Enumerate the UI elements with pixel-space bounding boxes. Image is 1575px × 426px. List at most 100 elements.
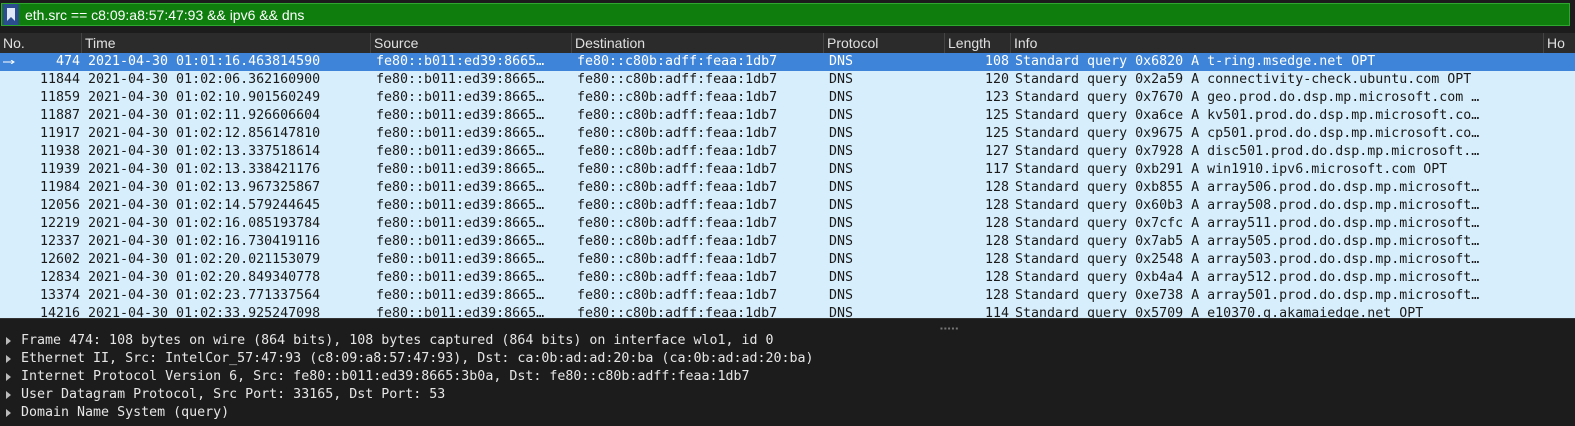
cell-source: fe80::b011:ed39:8665… (376, 54, 545, 69)
cell-info: Standard query 0x9675 A cp501.prod.do.ds… (1015, 126, 1480, 141)
packet-row[interactable]: 11939 2021-04-30 01:02:13.338421176 fe80::… (0, 161, 1575, 179)
column-header-protocol[interactable]: Protocol (824, 33, 945, 53)
cell-no: 12337 (39, 234, 80, 249)
cell-no: 11939 (39, 162, 80, 177)
expand-arrow-icon[interactable] (6, 373, 11, 381)
cell-source: fe80::b011:ed39:8665… (376, 234, 545, 249)
cell-source: fe80::b011:ed39:8665… (376, 90, 545, 105)
cell-length: 108 (984, 54, 1009, 69)
cell-destination: fe80::c80b:adff:feaa:1db7 (577, 288, 778, 303)
detail-tree-item[interactable]: Domain Name System (query) (0, 404, 1575, 422)
packet-list[interactable]: 474 2021-04-30 01:01:16.463814590 fe80::b0… (0, 53, 1575, 318)
packet-row[interactable]: 12056 2021-04-30 01:02:14.579244645 fe80::… (0, 197, 1575, 215)
column-header-destination[interactable]: Destination (572, 33, 824, 53)
packet-row[interactable]: 12337 2021-04-30 01:02:16.730419116 fe80::… (0, 233, 1575, 251)
cell-no: 11859 (39, 90, 80, 105)
expand-arrow-icon[interactable] (6, 391, 11, 399)
detail-tree-item[interactable]: User Datagram Protocol, Src Port: 33165,… (0, 386, 1575, 404)
cell-time: 2021-04-30 01:02:20.849340778 (88, 270, 321, 285)
cell-length: 127 (984, 144, 1009, 159)
column-header-length[interactable]: Length (945, 33, 1011, 53)
cell-source: fe80::b011:ed39:8665… (376, 270, 545, 285)
cell-length: 128 (984, 180, 1009, 195)
cell-info: Standard query 0x7cfc A array511.prod.do… (1015, 216, 1480, 231)
cell-length: 114 (984, 306, 1009, 318)
cell-protocol: DNS (829, 54, 854, 69)
cell-length: 128 (984, 270, 1009, 285)
cell-time: 2021-04-30 01:02:10.901560249 (88, 90, 321, 105)
cell-protocol: DNS (829, 270, 854, 285)
cell-length: 128 (984, 234, 1009, 249)
cell-info: Standard query 0x7670 A geo.prod.do.dsp.… (1015, 90, 1480, 105)
packet-details-pane: Frame 474: 108 bytes on wire (864 bits),… (0, 332, 1575, 426)
packet-row[interactable]: 11938 2021-04-30 01:02:13.337518614 fe80::… (0, 143, 1575, 161)
column-header-time[interactable]: Time (82, 33, 371, 53)
packet-row[interactable]: 14216 2021-04-30 01:02:33.925247098 fe80::… (0, 305, 1575, 318)
cell-info: Standard query 0x5709 A e10370.g.akamaie… (1015, 306, 1424, 318)
packet-row[interactable]: 12834 2021-04-30 01:02:20.849340778 fe80::… (0, 269, 1575, 287)
cell-info: Standard query 0x6820 A t-ring.msedge.ne… (1015, 54, 1376, 69)
cell-info: Standard query 0x2a59 A connectivity-che… (1015, 72, 1472, 87)
cell-protocol: DNS (829, 234, 854, 249)
cell-info: Standard query 0xb855 A array506.prod.do… (1015, 180, 1480, 195)
detail-tree-label: User Datagram Protocol, Src Port: 33165,… (21, 387, 446, 402)
cell-destination: fe80::c80b:adff:feaa:1db7 (577, 144, 778, 159)
display-filter-input[interactable]: eth.src == c8:09:a8:57:47:93 && ipv6 && … (1, 3, 1570, 26)
cell-protocol: DNS (829, 198, 854, 213)
filter-bookmark-icon[interactable] (3, 4, 19, 25)
cell-destination: fe80::c80b:adff:feaa:1db7 (577, 306, 778, 318)
cell-protocol: DNS (829, 72, 854, 87)
cell-protocol: DNS (829, 126, 854, 141)
display-filter-bar: eth.src == c8:09:a8:57:47:93 && ipv6 && … (0, 0, 1575, 29)
cell-time: 2021-04-30 01:02:33.925247098 (88, 306, 321, 318)
cell-protocol: DNS (829, 90, 854, 105)
cell-length: 128 (984, 288, 1009, 303)
pane-splitter[interactable]: ▪▪▪▪▪ (0, 318, 1575, 333)
cell-protocol: DNS (829, 252, 854, 267)
packet-row[interactable]: 13374 2021-04-30 01:02:23.771337564 fe80::… (0, 287, 1575, 305)
cell-source: fe80::b011:ed39:8665… (376, 252, 545, 267)
cell-info: Standard query 0x60b3 A array508.prod.do… (1015, 198, 1480, 213)
expand-arrow-icon[interactable] (6, 355, 11, 363)
cell-time: 2021-04-30 01:02:13.967325867 (88, 180, 321, 195)
cell-no: 12219 (39, 216, 80, 231)
cell-time: 2021-04-30 01:02:13.337518614 (88, 144, 321, 159)
cell-info: Standard query 0xa6ce A kv501.prod.do.ds… (1015, 108, 1480, 123)
cell-length: 128 (984, 198, 1009, 213)
cell-no: 12602 (39, 252, 80, 267)
packet-row[interactable]: 11887 2021-04-30 01:02:11.926606604 fe80::… (0, 107, 1575, 125)
cell-time: 2021-04-30 01:02:14.579244645 (88, 198, 321, 213)
selected-packet-row[interactable]: 474 2021-04-30 01:01:16.463814590 fe80::b0… (0, 53, 1575, 71)
packet-row[interactable]: 12219 2021-04-30 01:02:16.085193784 fe80::… (0, 215, 1575, 233)
detail-tree-item[interactable]: Frame 474: 108 bytes on wire (864 bits),… (0, 332, 1575, 350)
column-header-no[interactable]: No. (0, 33, 82, 53)
cell-source: fe80::b011:ed39:8665… (376, 144, 545, 159)
cell-destination: fe80::c80b:adff:feaa:1db7 (577, 72, 778, 87)
detail-tree-item[interactable]: Internet Protocol Version 6, Src: fe80::… (0, 368, 1575, 386)
packet-row[interactable]: 11844 2021-04-30 01:02:06.362160900 fe80::… (0, 71, 1575, 89)
cell-info: Standard query 0xe738 A array501.prod.do… (1015, 288, 1480, 303)
cell-protocol: DNS (829, 180, 854, 195)
cell-time: 2021-04-30 01:02:23.771337564 (88, 288, 321, 303)
cell-info: Standard query 0x7928 A disc501.prod.do.… (1015, 144, 1480, 159)
expand-arrow-icon[interactable] (6, 337, 11, 345)
packet-row[interactable]: 11917 2021-04-30 01:02:12.856147810 fe80::… (0, 125, 1575, 143)
detail-tree-label: Ethernet II, Src: IntelCor_57:47:93 (c8:… (21, 351, 814, 366)
cell-destination: fe80::c80b:adff:feaa:1db7 (577, 234, 778, 249)
cell-no: 12834 (39, 270, 80, 285)
cell-destination: fe80::c80b:adff:feaa:1db7 (577, 54, 778, 69)
cell-time: 2021-04-30 01:02:06.362160900 (88, 72, 321, 87)
cell-destination: fe80::c80b:adff:feaa:1db7 (577, 270, 778, 285)
cell-time: 2021-04-30 01:01:16.463814590 (88, 54, 321, 69)
packet-row[interactable]: 11984 2021-04-30 01:02:13.967325867 fe80::… (0, 179, 1575, 197)
column-header-info[interactable]: Info (1011, 33, 1544, 53)
cell-time: 2021-04-30 01:02:16.085193784 (88, 216, 321, 231)
detail-tree-item[interactable]: Ethernet II, Src: IntelCor_57:47:93 (c8:… (0, 350, 1575, 368)
packet-row[interactable]: 12602 2021-04-30 01:02:20.021153079 fe80::… (0, 251, 1575, 269)
cell-source: fe80::b011:ed39:8665… (376, 198, 545, 213)
packet-row[interactable]: 11859 2021-04-30 01:02:10.901560249 fe80::… (0, 89, 1575, 107)
expand-arrow-icon[interactable] (6, 409, 11, 417)
cell-time: 2021-04-30 01:02:11.926606604 (88, 108, 321, 123)
column-header-extra[interactable]: Ho (1544, 33, 1575, 53)
column-header-source[interactable]: Source (371, 33, 572, 53)
